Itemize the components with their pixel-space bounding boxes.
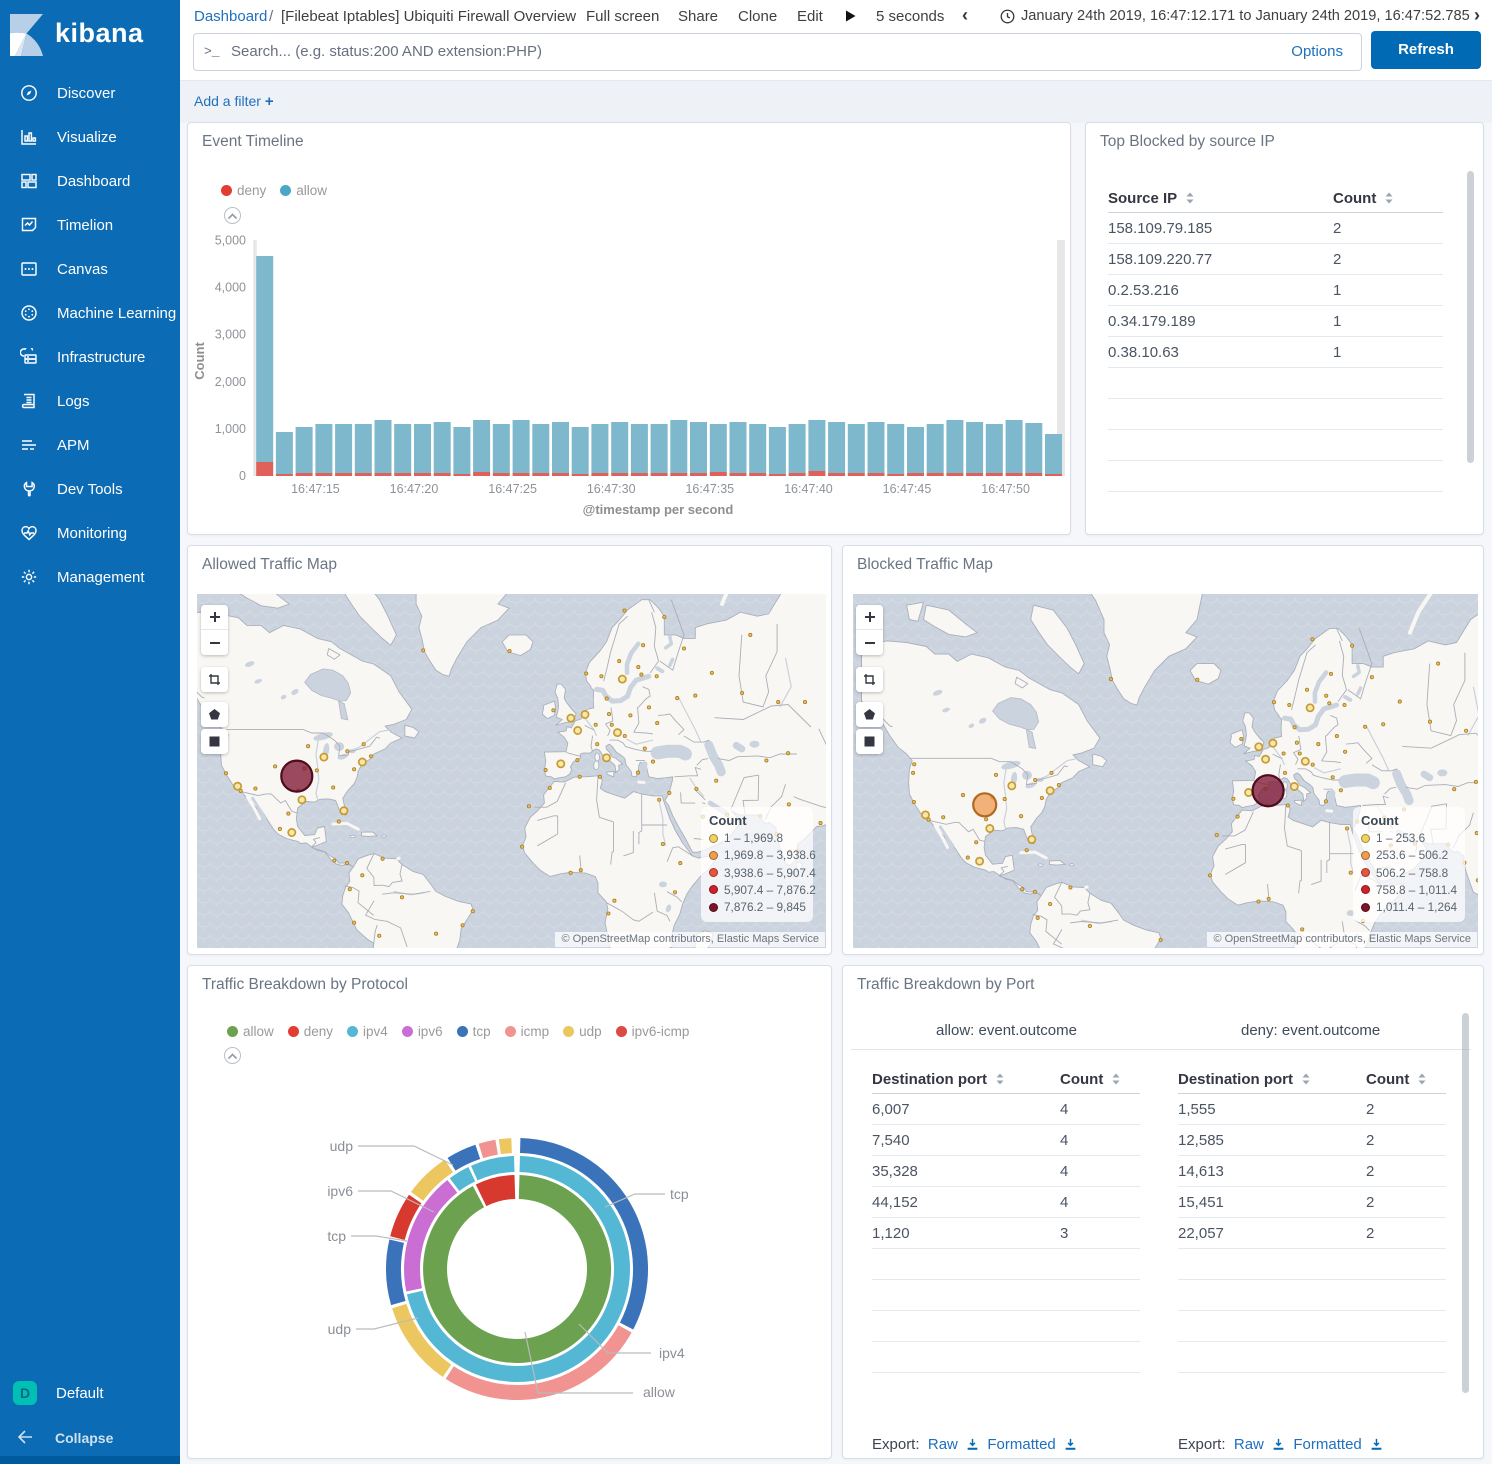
svg-text:udp: udp (328, 1321, 352, 1337)
svg-text:16:47:40: 16:47:40 (784, 482, 833, 496)
svg-text:16:47:45: 16:47:45 (883, 482, 932, 496)
svg-text:@timestamp per second: @timestamp per second (583, 502, 734, 517)
svg-text:16:47:35: 16:47:35 (685, 482, 734, 496)
svg-text:16:47:15: 16:47:15 (291, 482, 340, 496)
svg-text:3,000: 3,000 (215, 328, 246, 342)
svg-text:4,000: 4,000 (215, 281, 246, 295)
svg-text:udp: udp (330, 1138, 354, 1154)
svg-text:16:47:20: 16:47:20 (390, 482, 439, 496)
svg-text:allow: allow (643, 1384, 676, 1400)
svg-text:1,000: 1,000 (215, 422, 246, 436)
svg-text:16:47:25: 16:47:25 (488, 482, 537, 496)
svg-text:5,000: 5,000 (215, 234, 246, 248)
svg-text:0: 0 (239, 469, 246, 483)
svg-text:tcp: tcp (327, 1228, 346, 1244)
svg-text:16:47:30: 16:47:30 (587, 482, 636, 496)
svg-text:16:47:50: 16:47:50 (981, 482, 1030, 496)
svg-text:ipv6: ipv6 (327, 1183, 353, 1199)
svg-text:2,000: 2,000 (215, 375, 246, 389)
svg-text:Count: Count (192, 342, 207, 380)
svg-text:tcp: tcp (670, 1186, 689, 1202)
svg-text:ipv4: ipv4 (659, 1345, 685, 1361)
